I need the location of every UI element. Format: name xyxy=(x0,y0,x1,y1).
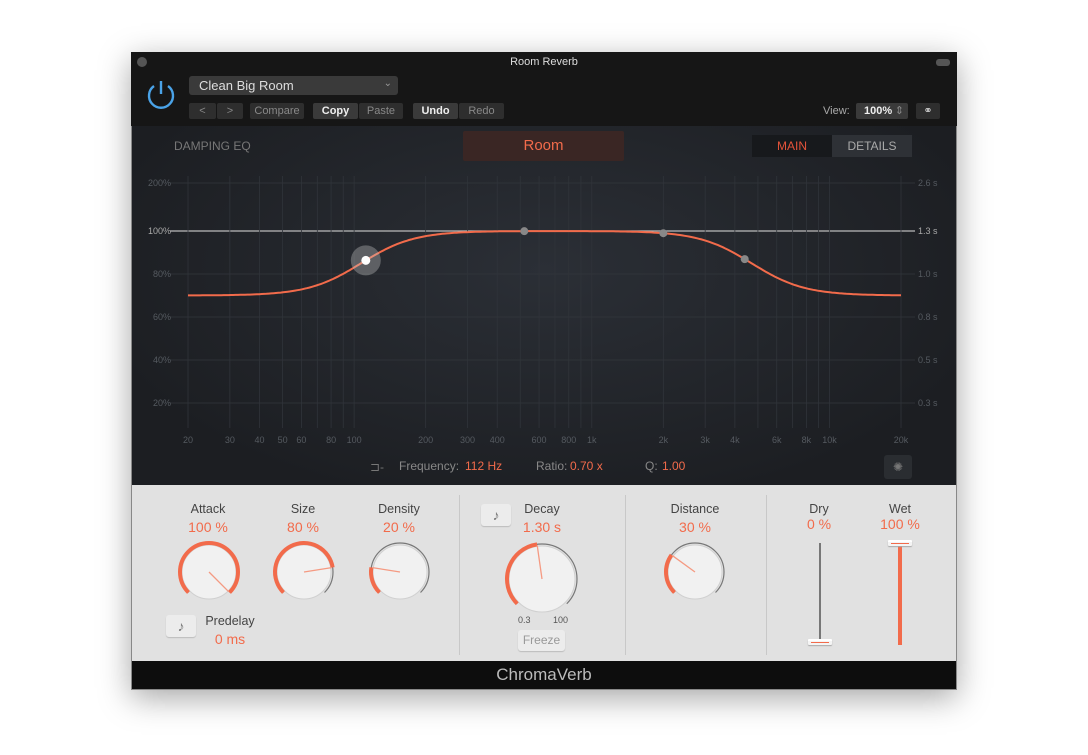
size-label: Size xyxy=(290,502,316,516)
ratio-label: Ratio: xyxy=(536,459,568,473)
slider-fill xyxy=(898,540,902,645)
decay-label: Decay xyxy=(524,502,560,516)
freq-tick: 10k xyxy=(822,435,837,445)
frequency-value[interactable]: 112 Hz xyxy=(465,459,502,473)
y-left-tick: 40% xyxy=(153,355,171,365)
freq-tick: 300 xyxy=(460,435,475,445)
freq-tick: 2k xyxy=(659,435,669,445)
slider-track xyxy=(819,543,821,645)
freq-tick: 50 xyxy=(278,435,288,445)
density-value: 20 % xyxy=(383,519,415,535)
attack-value: 100 % xyxy=(188,519,228,535)
freq-tick: 60 xyxy=(296,435,306,445)
freq-tick: 6k xyxy=(772,435,782,445)
density-label: Density xyxy=(378,502,420,516)
y-left-tick: 100% xyxy=(148,226,171,236)
decay-value: 1.30 s xyxy=(522,519,562,535)
wet-value: 100 % xyxy=(880,516,920,532)
wet-slider[interactable] xyxy=(888,540,912,645)
decay-min-label: 0.3 xyxy=(518,615,531,625)
freq-tick: 3k xyxy=(700,435,710,445)
size-knob[interactable] xyxy=(273,541,335,607)
predelay-label: Predelay xyxy=(205,614,255,628)
ratio-value[interactable]: 0.70 x xyxy=(570,459,603,473)
distance-value: 30 % xyxy=(679,519,711,535)
y-right-tick: 0.5 s xyxy=(918,355,938,365)
frequency-label: Frequency: xyxy=(399,459,460,473)
y-right-tick: 1.3 s xyxy=(918,226,938,236)
eq-curve xyxy=(188,230,901,297)
divider xyxy=(625,495,626,655)
knob-graphic xyxy=(178,541,240,600)
distance-knob[interactable] xyxy=(664,542,725,607)
y-left-tick: 200% xyxy=(148,178,171,188)
freq-tick: 800 xyxy=(561,435,576,445)
freq-tick: 4k xyxy=(730,435,740,445)
y-right-tick: 0.8 s xyxy=(918,312,938,322)
freq-tick: 400 xyxy=(490,435,505,445)
divider xyxy=(766,495,767,655)
freq-tick: 600 xyxy=(532,435,547,445)
dry-slider[interactable] xyxy=(808,543,832,645)
freq-tick: 200 xyxy=(418,435,433,445)
freq-tick: 40 xyxy=(255,435,265,445)
density-knob[interactable] xyxy=(369,542,430,607)
eq-node-selected xyxy=(361,255,371,265)
freq-tick: 1k xyxy=(587,435,597,445)
divider xyxy=(459,495,460,655)
eq-node xyxy=(520,227,529,236)
freq-tick: 80 xyxy=(326,435,336,445)
freq-tick: 8k xyxy=(802,435,812,445)
y-right-tick: 2.6 s xyxy=(918,178,938,188)
slider-thumb[interactable] xyxy=(888,540,912,546)
y-right-tick: 0.3 s xyxy=(918,398,938,408)
freq-tick: 30 xyxy=(225,435,235,445)
freq-tick: 20 xyxy=(183,435,193,445)
knob-graphic xyxy=(369,542,430,600)
q-value[interactable]: 1.00 xyxy=(662,459,685,473)
knob-graphic xyxy=(273,541,335,600)
wet-label: Wet xyxy=(889,502,911,516)
analyzer-icon[interactable]: ✺ xyxy=(884,455,912,479)
slider-thumb[interactable] xyxy=(808,639,832,645)
size-value: 80 % xyxy=(287,519,319,535)
freq-tick: 100 xyxy=(347,435,362,445)
y-left-tick: 20% xyxy=(153,398,171,408)
y-left-tick: 80% xyxy=(153,269,171,279)
predelay-value[interactable]: 0 ms xyxy=(180,631,280,647)
freeze-button[interactable]: Freeze xyxy=(518,630,565,651)
distance-label: Distance xyxy=(670,502,720,516)
knob-graphic xyxy=(664,542,725,600)
y-right-tick: 1.0 s xyxy=(918,269,938,279)
eq-curve-plot: 200% 2.6 s 100% 1.3 s 80% 1.0 s 60% 0.8 s 40% 0.5… xyxy=(148,176,938,445)
plugin-name-footer: ChromaVerb xyxy=(132,661,956,689)
freq-tick: 20k xyxy=(894,435,909,445)
eq-node xyxy=(740,255,749,264)
attack-label: Attack xyxy=(190,502,226,516)
attack-knob[interactable] xyxy=(178,541,240,607)
knob-graphic xyxy=(505,542,578,613)
q-label: Q: xyxy=(645,459,658,473)
y-left-tick: 60% xyxy=(153,312,171,322)
eq-node xyxy=(659,229,668,238)
filter-shape-icon[interactable]: ⊐- xyxy=(370,460,384,474)
decay-knob[interactable] xyxy=(505,542,578,620)
decay-max-label: 100 xyxy=(553,615,569,625)
